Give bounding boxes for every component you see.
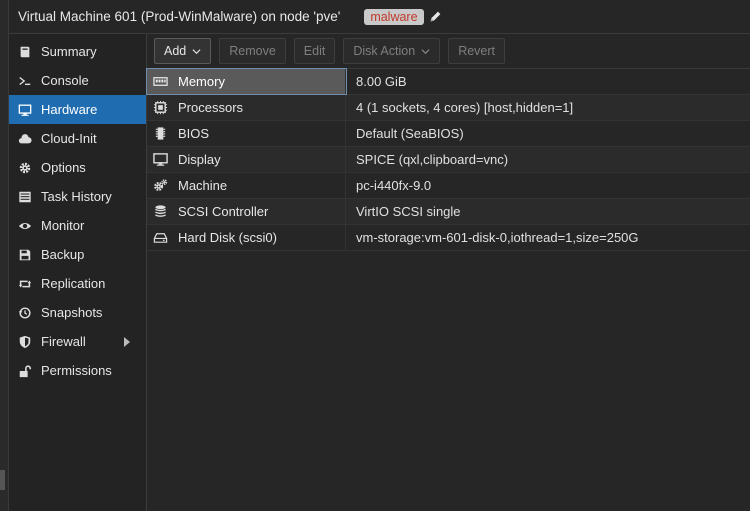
add-button-label: Add <box>164 44 187 58</box>
hardware-key: Machine <box>178 178 228 193</box>
sidebar-item-label: Options <box>41 160 86 175</box>
hardware-key: Processors <box>178 100 244 115</box>
revert-button[interactable]: Revert <box>448 38 506 64</box>
history-icon <box>17 305 33 321</box>
eye-icon <box>17 218 33 234</box>
desktop-icon <box>151 152 169 168</box>
gear-icon <box>17 160 33 176</box>
remove-button[interactable]: Remove <box>219 38 286 64</box>
hardware-key: Hard Disk (scsi0) <box>178 230 277 245</box>
sidebar-item-label: Hardware <box>41 102 98 117</box>
hardware-value: 8.00 GiB <box>356 74 407 89</box>
sidebar-item-label: Replication <box>41 276 106 291</box>
toolbar: Add Remove Edit Disk Action Revert <box>147 34 750 69</box>
hardware-key-cell: SCSI Controller <box>147 199 346 224</box>
sidebar: Summary Console Hardware Cloud-Init Opti… <box>9 34 147 511</box>
hardware-key: SCSI Controller <box>178 204 269 219</box>
database-icon <box>151 204 169 220</box>
unlock-icon <box>17 363 33 379</box>
memory-icon <box>151 74 169 90</box>
sidebar-item-cloud-init[interactable]: Cloud-Init <box>9 124 146 153</box>
sidebar-item-permissions[interactable]: Permissions <box>9 356 146 385</box>
hardware-row-processors[interactable]: Processors 4 (1 sockets, 4 cores) [host,… <box>147 95 750 121</box>
list-icon <box>17 189 33 205</box>
hardware-row-memory[interactable]: Memory 8.00 GiB <box>146 68 750 95</box>
cloud-icon <box>17 131 33 147</box>
main-panel: Add Remove Edit Disk Action Revert Memor… <box>146 34 750 511</box>
sidebar-item-label: Snapshots <box>41 305 103 320</box>
hardware-key-cell: BIOS <box>147 121 346 146</box>
chevron-down-icon <box>192 48 201 54</box>
disk-action-button-label: Disk Action <box>353 44 416 58</box>
sidebar-item-task-history[interactable]: Task History <box>9 182 146 211</box>
cogs-icon <box>151 178 169 194</box>
pencil-icon[interactable] <box>429 10 442 23</box>
hardware-grid: Memory 8.00 GiB Processors 4 (1 sockets,… <box>146 68 750 251</box>
tag-badge[interactable]: malware <box>364 8 424 25</box>
terminal-icon <box>17 73 33 89</box>
submenu-arrow-icon[interactable] <box>124 337 130 347</box>
sidebar-item-backup[interactable]: Backup <box>9 240 146 269</box>
sidebar-item-label: Firewall <box>41 334 86 349</box>
hardware-key-cell: Hard Disk (scsi0) <box>147 225 346 250</box>
sidebar-item-monitor[interactable]: Monitor <box>9 211 146 240</box>
hardware-key: Display <box>178 152 221 167</box>
hardware-value: vm-storage:vm-601-disk-0,iothread=1,size… <box>356 230 639 245</box>
scrollbar-thumb[interactable] <box>0 470 5 490</box>
floppy-icon <box>17 247 33 263</box>
sidebar-item-label: Task History <box>41 189 112 204</box>
edit-button[interactable]: Edit <box>293 38 336 64</box>
hardware-value: pc-i440fx-9.0 <box>356 178 432 193</box>
hardware-value: Default (SeaBIOS) <box>356 126 464 141</box>
sidebar-item-label: Permissions <box>41 363 112 378</box>
hardware-value: SPICE (qxl,clipboard=vnc) <box>356 152 509 167</box>
sidebar-item-console[interactable]: Console <box>9 66 146 95</box>
disk-action-button[interactable]: Disk Action <box>343 38 441 64</box>
shield-icon <box>17 334 33 350</box>
hardware-value: VirtIO SCSI single <box>356 204 461 219</box>
hardware-row-machine[interactable]: Machine pc-i440fx-9.0 <box>147 173 750 199</box>
hardware-key-cell: Processors <box>147 95 346 120</box>
sidebar-item-firewall[interactable]: Firewall <box>9 327 146 356</box>
sidebar-item-label: Summary <box>41 44 97 59</box>
hardware-key: BIOS <box>178 126 210 141</box>
hardware-row-hard-disk[interactable]: Hard Disk (scsi0) vm-storage:vm-601-disk… <box>147 225 750 251</box>
hdd-icon <box>151 230 169 246</box>
sidebar-item-label: Monitor <box>41 218 85 233</box>
window-title: Virtual Machine 601 (Prod-WinMalware) on… <box>18 9 341 24</box>
sidebar-item-hardware[interactable]: Hardware <box>9 95 146 124</box>
sidebar-item-snapshots[interactable]: Snapshots <box>9 298 146 327</box>
hardware-key-cell: Display <box>147 147 346 172</box>
hardware-value: 4 (1 sockets, 4 cores) [host,hidden=1] <box>356 100 574 115</box>
microchip-icon <box>151 126 169 142</box>
left-panel-edge <box>0 0 9 511</box>
monitor-icon <box>17 102 33 118</box>
hardware-row-scsi-controller[interactable]: SCSI Controller VirtIO SCSI single <box>147 199 750 225</box>
hardware-key-cell: Machine <box>147 173 346 198</box>
cpu-icon <box>151 100 169 116</box>
sidebar-item-label: Backup <box>41 247 85 262</box>
add-button[interactable]: Add <box>154 38 212 64</box>
sidebar-item-summary[interactable]: Summary <box>9 37 146 66</box>
hardware-key: Memory <box>178 74 225 89</box>
hardware-key-cell: Memory <box>146 68 347 95</box>
chevron-down-icon <box>421 48 430 54</box>
remove-button-label: Remove <box>229 44 276 58</box>
hardware-row-bios[interactable]: BIOS Default (SeaBIOS) <box>147 121 750 147</box>
sidebar-item-label: Console <box>41 73 89 88</box>
retweet-icon <box>17 276 33 292</box>
revert-button-label: Revert <box>458 44 496 58</box>
edit-button-label: Edit <box>303 44 326 58</box>
sidebar-item-label: Cloud-Init <box>41 131 97 146</box>
sidebar-item-replication[interactable]: Replication <box>9 269 146 298</box>
hardware-row-display[interactable]: Display SPICE (qxl,clipboard=vnc) <box>147 147 750 173</box>
sidebar-item-options[interactable]: Options <box>9 153 146 182</box>
window-titlebar: Virtual Machine 601 (Prod-WinMalware) on… <box>9 0 750 34</box>
book-icon <box>17 44 33 60</box>
